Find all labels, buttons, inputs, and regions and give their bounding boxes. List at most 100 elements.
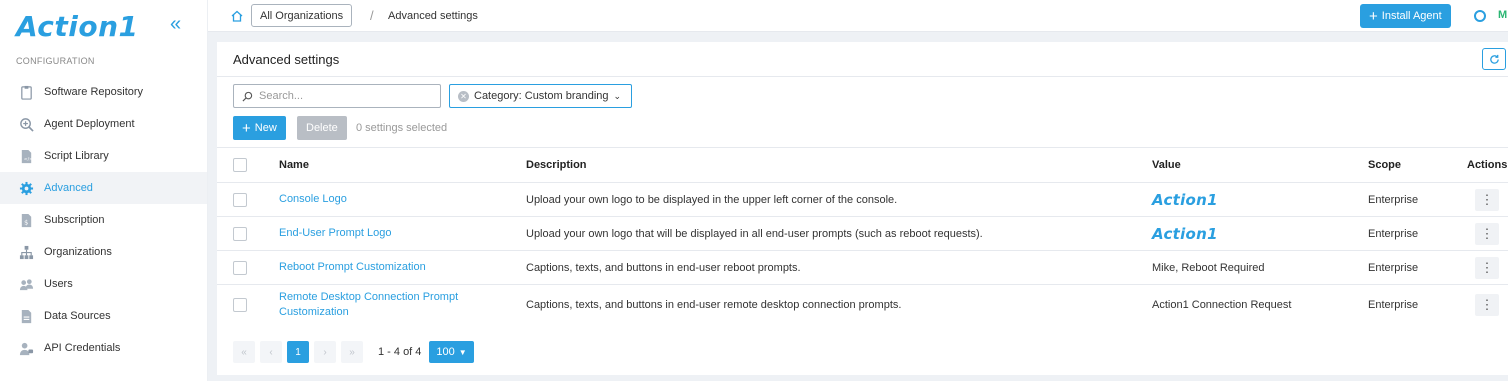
install-agent-label: Install Agent	[1381, 10, 1442, 22]
sidebar-item-label: Script Library	[44, 150, 109, 162]
select-all-checkbox[interactable]	[233, 158, 247, 172]
sidebar-item-advanced[interactable]: Advanced	[0, 172, 207, 204]
setting-value-cell: Action1	[1152, 217, 1352, 250]
table-row: Console Logo Upload your own logo to be …	[217, 182, 1508, 216]
setting-value: Mike, Reboot Required	[1152, 261, 1265, 274]
delete-button[interactable]: Delete	[297, 116, 347, 140]
dollar-file-icon: $	[18, 212, 34, 228]
organization-selector-button[interactable]: All Organizations	[251, 4, 353, 27]
row-checkbox[interactable]	[233, 260, 247, 275]
setting-scope: Enterprise	[1368, 227, 1419, 240]
sidebar-item-api-credentials[interactable]: API Credentials	[0, 332, 207, 364]
chevron-down-icon: ▼	[458, 347, 467, 357]
column-header-name[interactable]: Name	[279, 148, 509, 182]
row-actions-menu-icon[interactable]: ⋮	[1475, 294, 1499, 316]
sidebar-section-label: CONFIGURATION	[16, 56, 95, 66]
setting-value-logo: Action1	[1152, 190, 1218, 209]
sidebar-nav: Software Repository Agent Deployment </>…	[0, 76, 207, 364]
column-header-actions: Actions	[1467, 159, 1508, 171]
svg-text:</>: </>	[23, 156, 32, 162]
row-actions-menu-icon[interactable]: ⋮	[1475, 188, 1499, 211]
main-content: Advanced settings ✕ Category: Custom bra…	[208, 32, 1508, 381]
setting-value-cell: Action1	[1152, 183, 1352, 216]
page-title: Advanced settings	[233, 52, 340, 67]
table-header-row: Name Description Value Scope Actions	[217, 147, 1508, 182]
page-size-select[interactable]: 100 ▼	[429, 341, 474, 363]
column-header-value[interactable]: Value	[1152, 148, 1352, 182]
row-actions-menu-icon[interactable]: ⋮	[1475, 222, 1499, 245]
user-avatar[interactable]: M	[1498, 9, 1507, 21]
setting-name-link[interactable]: End-User Prompt Logo	[279, 217, 509, 250]
row-checkbox[interactable]	[233, 192, 247, 207]
plus-icon: +	[1369, 7, 1378, 25]
table-row: Remote Desktop Connection Prompt Customi…	[217, 284, 1508, 325]
table-row: End-User Prompt Logo Upload your own log…	[217, 216, 1508, 250]
setting-scope: Enterprise	[1368, 299, 1419, 311]
collapse-sidebar-icon[interactable]: «	[170, 14, 181, 34]
last-page-button[interactable]: »	[341, 341, 363, 363]
setting-description: Upload your own logo that will be displa…	[526, 227, 983, 240]
sidebar-item-label: Software Repository	[44, 86, 144, 98]
sidebar-item-label: Agent Deployment	[44, 118, 135, 130]
search-icon	[242, 91, 253, 102]
setting-description: Upload your own logo to be displayed in …	[526, 193, 898, 206]
first-page-button[interactable]: «	[233, 341, 255, 363]
status-circle-icon[interactable]	[1474, 10, 1486, 22]
sidebar-item-agent-deployment[interactable]: Agent Deployment	[0, 108, 207, 140]
setting-name-link[interactable]: Console Logo	[279, 183, 509, 216]
app-logo[interactable]: Action1	[16, 10, 139, 43]
sidebar-item-label: Advanced	[44, 182, 93, 194]
clipboard-icon	[18, 84, 34, 100]
gear-icon	[18, 180, 34, 196]
data-file-icon	[18, 308, 34, 324]
sidebar-item-organizations[interactable]: Organizations	[0, 236, 207, 268]
magnifier-plus-icon	[18, 116, 34, 132]
sidebar-item-label: Data Sources	[44, 310, 111, 322]
sidebar-item-script-library[interactable]: </> Script Library	[0, 140, 207, 172]
previous-page-button[interactable]: ‹	[260, 341, 282, 363]
row-checkbox[interactable]	[233, 298, 247, 312]
refresh-button[interactable]	[1482, 48, 1506, 70]
row-checkbox-cell	[233, 285, 247, 325]
breadcrumb-current: Advanced settings	[388, 10, 478, 22]
next-page-button[interactable]: ›	[314, 341, 336, 363]
column-header-description[interactable]: Description	[526, 148, 1136, 182]
install-agent-button[interactable]: + Install Agent	[1360, 4, 1451, 28]
column-header-scope[interactable]: Scope	[1368, 148, 1468, 182]
user-key-icon	[18, 340, 34, 356]
setting-name-link[interactable]: Remote Desktop Connection Prompt Customi…	[279, 285, 509, 325]
setting-value: Action1 Connection Request	[1152, 299, 1292, 311]
home-icon[interactable]	[230, 9, 244, 23]
new-button-label: New	[254, 122, 277, 134]
new-button[interactable]: + New	[233, 116, 286, 140]
svg-text:$: $	[24, 218, 28, 226]
row-checkbox-cell	[233, 183, 247, 216]
row-actions-cell: ⋮	[1467, 183, 1508, 216]
row-actions-menu-icon[interactable]: ⋮	[1475, 256, 1499, 279]
search-field[interactable]	[233, 84, 441, 108]
setting-scope: Enterprise	[1368, 193, 1419, 206]
row-actions-cell: ⋮	[1467, 285, 1508, 325]
sidebar-item-label: Users	[44, 278, 73, 290]
search-input[interactable]	[259, 90, 429, 102]
sidebar-item-software-repository[interactable]: Software Repository	[0, 76, 207, 108]
setting-name-link[interactable]: Reboot Prompt Customization	[279, 251, 509, 284]
current-page-button[interactable]: 1	[287, 341, 309, 363]
row-actions-cell: ⋮	[1467, 251, 1508, 284]
top-bar: All Organizations / Advanced settings + …	[208, 0, 1508, 32]
sidebar-item-users[interactable]: Users	[0, 268, 207, 300]
sidebar-item-label: Subscription	[44, 214, 105, 226]
plus-icon: +	[242, 119, 251, 137]
setting-description: Captions, texts, and buttons in end-user…	[526, 299, 902, 311]
sidebar-item-subscription[interactable]: $ Subscription	[0, 204, 207, 236]
sidebar-item-data-sources[interactable]: Data Sources	[0, 300, 207, 332]
clear-filter-icon[interactable]: ✕	[458, 90, 469, 102]
category-filter[interactable]: ✕ Category: Custom branding ⌄	[449, 84, 633, 108]
select-all-cell	[233, 148, 247, 182]
row-checkbox[interactable]	[233, 226, 247, 241]
script-file-icon: </>	[18, 148, 34, 164]
selected-count: 0 settings selected	[356, 122, 448, 134]
category-filter-label: Category: Custom branding	[474, 90, 609, 102]
breadcrumb-separator: /	[370, 8, 374, 23]
refresh-icon	[1489, 54, 1499, 64]
